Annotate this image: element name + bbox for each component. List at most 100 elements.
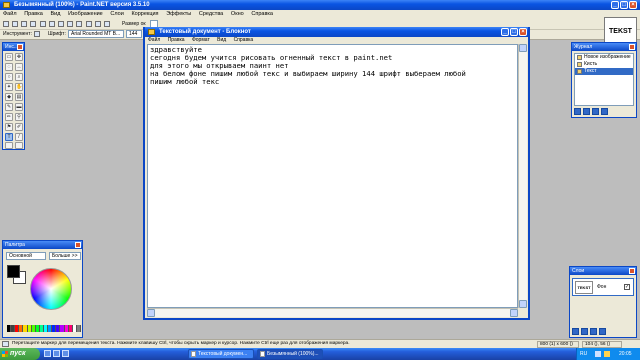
close-button[interactable]: × (629, 1, 637, 9)
minimize-button[interactable]: _ (611, 1, 619, 9)
menu-utilities[interactable]: Средства (196, 10, 226, 19)
undo-icon[interactable] (583, 108, 590, 115)
notepad-menu-help[interactable]: Справка (231, 37, 257, 44)
menu-effects[interactable]: Эффекты (163, 10, 194, 19)
pencil-icon[interactable]: ✏ (5, 113, 13, 121)
scroll-left-icon[interactable] (147, 309, 155, 317)
save-icon[interactable] (21, 21, 27, 27)
ellipse-select-icon[interactable]: ○ (5, 73, 13, 81)
notepad-title-bar[interactable]: Текстовый документ - Блокнот _ □ × (145, 27, 528, 37)
horizontal-scrollbar[interactable] (147, 308, 518, 317)
rectangle-shape-icon[interactable] (5, 142, 13, 149)
palette-mode-dropdown[interactable]: Основной (6, 252, 46, 260)
palette-color-swatch[interactable] (76, 325, 81, 332)
paintnet-title-bar[interactable]: Безымянный (100%) - Paint.NET версия 3.5… (0, 0, 640, 10)
scroll-right-icon[interactable] (510, 309, 518, 317)
notepad-menu-format[interactable]: Формат (189, 37, 213, 44)
gradient-icon[interactable]: ▤ (15, 93, 23, 101)
grid-icon[interactable] (104, 21, 110, 27)
history-item-new-image[interactable]: Новое изображение (575, 54, 633, 61)
vertical-scrollbar[interactable] (518, 44, 527, 308)
close-icon[interactable] (629, 268, 635, 274)
redo-icon[interactable] (95, 21, 101, 27)
text-tool-icon[interactable]: T (5, 133, 13, 141)
quicklaunch-desktop-icon[interactable] (53, 350, 60, 357)
network-icon[interactable] (595, 351, 601, 357)
crop-icon[interactable] (67, 21, 73, 27)
copy-icon[interactable] (49, 21, 55, 27)
history-item-brush[interactable]: Кисть (575, 61, 633, 68)
font-dropdown[interactable]: Arial Rounded MT B... (68, 30, 124, 38)
menu-window[interactable]: Окно (228, 10, 247, 19)
notepad-menu-edit[interactable]: Правка (165, 37, 188, 44)
quicklaunch-media-icon[interactable] (62, 350, 69, 357)
delete-layer-icon[interactable] (581, 328, 588, 335)
taskbar-item-notepad[interactable]: Текстовый докумен... (188, 349, 254, 359)
deselect-icon[interactable] (76, 21, 82, 27)
color-wheel[interactable] (30, 268, 72, 310)
move-icon[interactable]: ↔ (15, 63, 23, 71)
rectangle-select-icon[interactable]: ▭ (5, 53, 13, 61)
menu-help[interactable]: Справка (248, 10, 276, 19)
paintbrush-icon[interactable]: ✎ (5, 103, 13, 111)
undo-icon[interactable] (86, 21, 92, 27)
taskbar-item-paintnet[interactable]: Безымянный (100%)... (257, 349, 323, 359)
notepad-close-button[interactable]: × (519, 28, 527, 36)
close-icon[interactable] (17, 44, 23, 50)
open-folder-icon[interactable] (12, 21, 18, 27)
new-file-icon[interactable] (3, 21, 9, 27)
notepad-maximize-button[interactable]: □ (510, 28, 518, 36)
line-tool-icon[interactable]: / (15, 133, 23, 141)
layers-panel-title[interactable]: Слои (570, 267, 636, 275)
layer-visibility-checkbox[interactable]: ✓ (624, 284, 630, 290)
color-picker-icon[interactable]: ⚲ (15, 113, 23, 121)
eraser-icon[interactable]: ▬ (15, 103, 23, 111)
pan-icon[interactable]: ✋ (15, 83, 23, 91)
layer-properties-icon[interactable] (599, 328, 606, 335)
paste-icon[interactable] (58, 21, 64, 27)
notepad-text-area[interactable]: здравствуйте сегодня будем учится рисова… (147, 44, 518, 308)
cut-icon[interactable] (40, 21, 46, 27)
duplicate-layer-icon[interactable] (590, 328, 597, 335)
recolor-icon[interactable]: ✐ (15, 123, 23, 131)
clone-stamp-icon[interactable]: ⚑ (5, 123, 13, 131)
fast-forward-icon[interactable] (601, 108, 608, 115)
tools-panel-title[interactable]: Инс... (3, 43, 24, 51)
close-icon[interactable] (75, 242, 81, 248)
notepad-menu-view[interactable]: Вид (214, 37, 229, 44)
menu-edit[interactable]: Правка (21, 10, 46, 19)
volume-icon[interactable] (604, 351, 610, 357)
redo-icon[interactable] (592, 108, 599, 115)
rewind-icon[interactable] (574, 108, 581, 115)
magic-wand-icon[interactable]: ✦ (5, 83, 13, 91)
zoom-icon[interactable]: ⌕ (15, 73, 23, 81)
palette-panel-title[interactable]: Палитра (3, 241, 82, 249)
menu-adjustments[interactable]: Коррекция (128, 10, 161, 19)
start-button[interactable]: пуск (0, 348, 40, 360)
more-button[interactable]: Больше >> (49, 252, 81, 260)
history-panel-title[interactable]: Журнал (572, 43, 636, 51)
scroll-up-icon[interactable] (519, 44, 527, 52)
menu-view[interactable]: Вид (47, 10, 63, 19)
menu-image[interactable]: Изображение (65, 10, 106, 19)
move-selection-icon[interactable]: ✥ (15, 53, 23, 61)
maximize-button[interactable]: □ (620, 1, 628, 9)
layer-item[interactable]: TEKST Фон ✓ (572, 278, 634, 296)
notepad-minimize-button[interactable]: _ (501, 28, 509, 36)
font-size-dropdown[interactable]: 144 (126, 30, 142, 38)
scroll-down-icon[interactable] (519, 300, 527, 308)
primary-color-swatch[interactable] (7, 265, 20, 278)
paint-bucket-icon[interactable]: ◆ (5, 93, 13, 101)
menu-file[interactable]: Файл (0, 10, 20, 19)
rounded-rect-icon[interactable] (15, 142, 23, 149)
close-icon[interactable] (629, 44, 635, 50)
text-tool-icon[interactable] (34, 31, 40, 37)
notepad-menu-file[interactable]: Файл (145, 37, 163, 44)
menu-layers[interactable]: Слои (107, 10, 126, 19)
language-indicator[interactable]: RU (580, 351, 587, 357)
add-layer-icon[interactable] (572, 328, 579, 335)
lasso-icon[interactable]: ◌ (5, 63, 13, 71)
print-icon[interactable] (30, 21, 36, 27)
history-item-text[interactable]: Текст (575, 68, 633, 75)
quicklaunch-browser-icon[interactable] (44, 350, 51, 357)
